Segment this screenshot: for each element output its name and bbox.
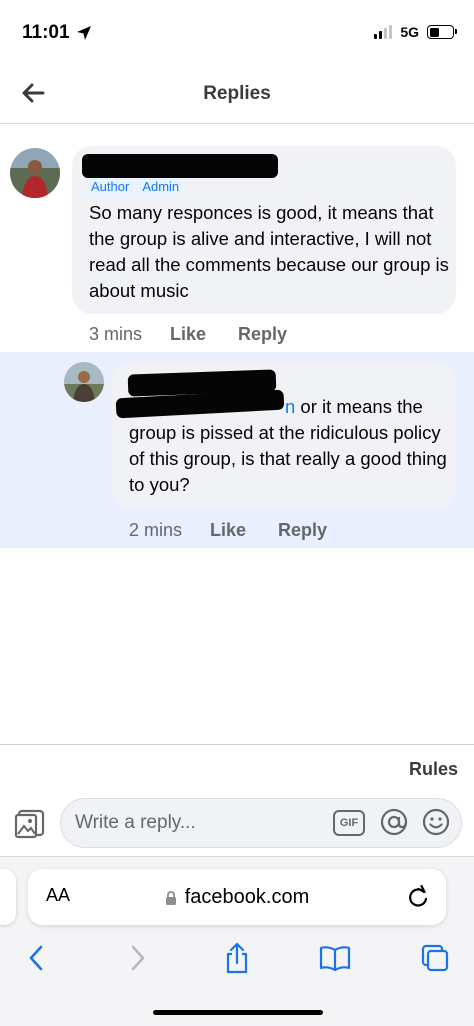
author-badge: Author bbox=[86, 178, 135, 195]
reply-button[interactable]: Reply bbox=[278, 520, 327, 541]
chevron-right-icon bbox=[131, 945, 145, 971]
reply-timestamp: 2 mins bbox=[129, 520, 183, 540]
address-bar[interactable]: AA facebook.com bbox=[28, 869, 446, 925]
share-button[interactable] bbox=[220, 941, 254, 975]
location-arrow-icon bbox=[76, 26, 91, 40]
reply-button[interactable]: Reply bbox=[238, 324, 287, 345]
battery-icon bbox=[427, 25, 457, 39]
comment-timestamp: 3 mins bbox=[89, 324, 143, 344]
photo-icon bbox=[14, 809, 45, 839]
at-sign-icon bbox=[380, 808, 408, 836]
reply-input[interactable]: Write a reply... GIF bbox=[60, 798, 462, 848]
tabs-button[interactable] bbox=[418, 941, 452, 975]
url-display: facebook.com bbox=[28, 886, 446, 909]
author-badges: Author Admin bbox=[86, 178, 187, 196]
chevron-left-icon bbox=[29, 945, 43, 971]
reply-composer: Rules Write a reply... GIF bbox=[0, 744, 474, 856]
reload-icon bbox=[409, 884, 428, 907]
emoji-button[interactable] bbox=[421, 807, 451, 837]
browser-forward-button[interactable] bbox=[120, 941, 154, 975]
lock-icon bbox=[165, 890, 176, 905]
redacted-author-name bbox=[82, 154, 278, 178]
bookmarks-button[interactable] bbox=[318, 941, 352, 975]
reload-button[interactable] bbox=[404, 883, 432, 911]
reply-text: n or it means the group is pissed at the… bbox=[129, 394, 447, 498]
home-indicator bbox=[153, 1010, 323, 1015]
status-indicators: 5G bbox=[374, 24, 457, 40]
replies-header: Replies bbox=[0, 64, 474, 124]
reply-author-avatar[interactable] bbox=[64, 362, 104, 402]
like-button[interactable]: Like bbox=[170, 324, 206, 345]
browser-toolbar bbox=[0, 935, 474, 979]
previous-tab-peek[interactable] bbox=[0, 869, 16, 925]
book-icon bbox=[319, 946, 351, 972]
signal-icon bbox=[374, 25, 393, 39]
mention-link[interactable]: n bbox=[285, 396, 295, 417]
browser-chrome: AA facebook.com bbox=[0, 856, 474, 1026]
page-title: Replies bbox=[203, 83, 271, 104]
status-time: 11:01 bbox=[22, 22, 92, 44]
url-text: facebook.com bbox=[184, 886, 310, 908]
clock-text: 11:01 bbox=[22, 22, 70, 43]
rules-link[interactable]: Rules bbox=[409, 759, 458, 780]
smiley-icon bbox=[422, 808, 450, 836]
comment-text: So many responces is good, it means that… bbox=[89, 202, 449, 301]
share-icon bbox=[226, 942, 248, 974]
gif-button[interactable]: GIF bbox=[333, 810, 365, 836]
mention-button[interactable] bbox=[379, 807, 409, 837]
like-button[interactable]: Like bbox=[210, 520, 246, 541]
admin-badge: Admin bbox=[137, 178, 185, 195]
tabs-icon bbox=[421, 944, 449, 972]
reply-actions: 2 mins Like Reply bbox=[129, 520, 359, 541]
commenter-avatar[interactable] bbox=[10, 148, 60, 198]
reply-bubble: n or it means the group is pissed at the… bbox=[112, 362, 456, 508]
network-label: 5G bbox=[400, 24, 419, 40]
comment-actions: 3 mins Like Reply bbox=[89, 324, 319, 345]
browser-back-button[interactable] bbox=[20, 941, 54, 975]
comment-bubble: Author Admin So many responces is good, i… bbox=[72, 146, 456, 314]
reply-placeholder: Write a reply... bbox=[75, 812, 196, 833]
photo-button[interactable] bbox=[14, 807, 48, 841]
status-bar: 11:01 5G bbox=[0, 0, 474, 64]
